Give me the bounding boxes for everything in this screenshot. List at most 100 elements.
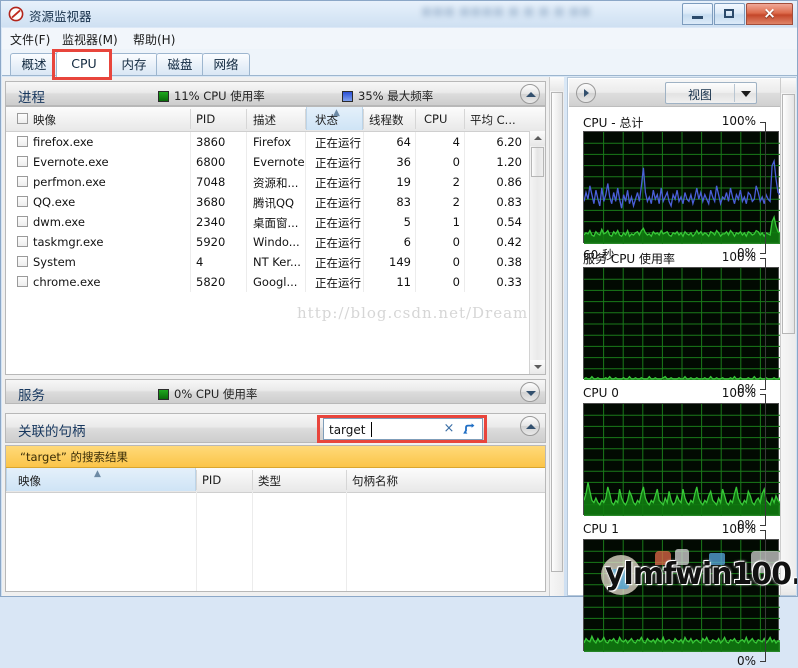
cell-status: 正在运行 — [315, 256, 361, 270]
col-header-cpu[interactable]: CPU — [424, 112, 447, 131]
search-refresh-icon[interactable] — [462, 422, 478, 438]
window-title: 资源监视器 — [29, 9, 92, 24]
cell-pid: 4 — [196, 255, 204, 269]
cell-image: dwm.exe — [33, 215, 85, 229]
col-header-pid[interactable]: PID — [196, 112, 215, 131]
window-controls: × — [681, 3, 793, 25]
handles-col-image[interactable]: 映像 — [18, 473, 41, 492]
cell-threads: 11 — [396, 275, 411, 289]
cell-desc: Googl... — [253, 275, 298, 289]
max-frequency-legend: 35% 最大频率 — [342, 88, 433, 104]
processes-scroll-thumb[interactable] — [531, 147, 544, 177]
row-checkbox[interactable] — [17, 156, 28, 167]
chevron-down-icon — [741, 91, 751, 97]
handle-search-input[interactable] — [327, 421, 443, 439]
table-row[interactable]: System 4 NT Ker... 正在运行 149 0 0.38 — [6, 252, 545, 272]
resource-monitor-icon — [8, 6, 24, 22]
minimize-button[interactable] — [682, 3, 713, 25]
close-button[interactable]: × — [746, 3, 793, 25]
table-row[interactable]: QQ.exe 3680 腾讯QQ 正在运行 83 2 0.83 — [6, 192, 545, 212]
cell-threads: 83 — [396, 195, 411, 209]
graph-title: 服务 CPU 使用率 — [583, 252, 676, 266]
handles-col-name[interactable]: 句柄名称 — [352, 473, 398, 492]
processes-section-header[interactable]: 进程 11% CPU 使用率 35% 最大频率 — [5, 81, 546, 106]
maximize-icon — [724, 9, 734, 18]
cell-threads: 5 — [403, 215, 411, 229]
cell-desc: 桌面窗... — [253, 216, 299, 230]
row-checkbox[interactable] — [17, 216, 28, 227]
graph-canvas — [583, 403, 781, 516]
cell-cpu: 0 — [452, 275, 460, 289]
processes-scrollbar[interactable] — [529, 131, 545, 374]
table-row[interactable]: firefox.exe 3860 Firefox 正在运行 64 4 6.20 — [6, 132, 545, 152]
close-icon: × — [763, 4, 776, 22]
col-header-avgcpu[interactable]: 平均 C... — [470, 112, 516, 131]
right-scroll-thumb[interactable] — [782, 94, 795, 334]
cell-status: 正在运行 — [315, 156, 361, 170]
title-bar: 资源监视器 ■■■ ■■■■ ■ ■ ■ ■ ■■ × — [1, 1, 797, 27]
max-frequency-legend-label: 35% 最大频率 — [358, 89, 434, 103]
view-button[interactable]: 视图 — [665, 82, 757, 104]
menu-help[interactable]: 帮助(H) — [133, 31, 175, 48]
col-header-image[interactable]: 映像 — [33, 112, 56, 131]
tab-overview[interactable]: 概述 — [10, 53, 58, 76]
row-checkbox[interactable] — [17, 196, 28, 207]
right-pane-scrollbar[interactable] — [780, 78, 796, 595]
table-row[interactable]: Evernote.exe 6800 Evernote 正在运行 36 0 1.20 — [6, 152, 545, 172]
tab-network[interactable]: 网络 — [202, 53, 250, 76]
table-row[interactable]: chrome.exe 5820 Googl... 正在运行 11 0 0.33 — [6, 272, 545, 292]
cell-avgcpu: 0.42 — [496, 235, 522, 249]
cell-status: 正在运行 — [315, 136, 361, 150]
cell-threads: 64 — [396, 135, 411, 149]
processes-scroll-down-icon[interactable] — [530, 360, 545, 374]
left-scroll-thumb[interactable] — [551, 92, 563, 572]
col-header-desc[interactable]: 描述 — [253, 112, 276, 131]
cell-cpu: 0 — [452, 155, 460, 169]
left-pane-scrollbar[interactable] — [549, 77, 564, 596]
row-checkbox[interactable] — [17, 276, 28, 287]
table-row[interactable]: taskmgr.exe 5920 Windo... 正在运行 6 0 0.42 — [6, 232, 545, 252]
clear-search-icon[interactable]: × — [442, 421, 456, 437]
row-checkbox[interactable] — [17, 236, 28, 247]
maximize-button[interactable] — [714, 3, 745, 25]
handles-collapse-chevron-up-icon[interactable] — [520, 416, 540, 436]
text-caret — [371, 422, 372, 437]
services-section-header[interactable]: 服务 0% CPU 使用率 — [5, 379, 546, 404]
row-checkbox[interactable] — [17, 136, 28, 147]
menu-monitor[interactable]: 监视器(M) — [62, 31, 118, 48]
sort-ascending-icon: ▲ — [333, 108, 340, 118]
graph-title: CPU - 总计 — [583, 116, 644, 130]
blue-swatch-icon — [342, 90, 353, 102]
tab-strip: 概述 CPU 内存 磁盘 网络 — [2, 49, 797, 77]
row-checkbox[interactable] — [17, 176, 28, 187]
left-scroll-up-icon[interactable] — [550, 77, 564, 91]
handles-col-pid[interactable]: PID — [202, 473, 221, 492]
tab-cpu[interactable]: CPU — [56, 51, 112, 77]
cell-avgcpu: 0.33 — [496, 275, 522, 289]
handles-col-type[interactable]: 类型 — [258, 473, 281, 492]
graph-scale-bracket — [760, 122, 766, 254]
tab-disk[interactable]: 磁盘 — [156, 53, 204, 76]
cell-pid: 3860 — [196, 135, 226, 149]
services-collapse-chevron-down-icon[interactable] — [520, 382, 540, 402]
right-scroll-up-icon[interactable] — [781, 78, 796, 93]
handles-section-header[interactable]: 关联的句柄 × — [5, 413, 546, 443]
row-checkbox[interactable] — [17, 256, 28, 267]
menu-file[interactable]: 文件(F) — [10, 31, 50, 48]
chevron-right-icon[interactable] — [576, 83, 596, 103]
cell-pid: 5920 — [196, 235, 226, 249]
services-cpu-legend-label: 0% CPU 使用率 — [174, 387, 258, 401]
select-all-checkbox[interactable] — [17, 113, 28, 124]
handle-search-box[interactable]: × — [323, 418, 483, 440]
cell-status: 正在运行 — [315, 176, 361, 190]
cell-image: perfmon.exe — [33, 175, 106, 189]
cell-threads: 149 — [389, 255, 411, 269]
processes-collapse-chevron-up-icon[interactable] — [520, 84, 540, 104]
col-header-threads[interactable]: 线程数 — [369, 112, 404, 131]
tab-memory[interactable]: 内存 — [110, 53, 158, 76]
processes-scroll-up-icon[interactable] — [530, 131, 545, 146]
handles-title: 关联的句柄 — [18, 424, 86, 440]
table-row[interactable]: dwm.exe 2340 桌面窗... 正在运行 5 1 0.54 — [6, 212, 545, 232]
ylmf-watermark-text: ylmfwin100.com — [605, 557, 797, 592]
table-row[interactable]: perfmon.exe 7048 资源和... 正在运行 19 2 0.86 — [6, 172, 545, 192]
